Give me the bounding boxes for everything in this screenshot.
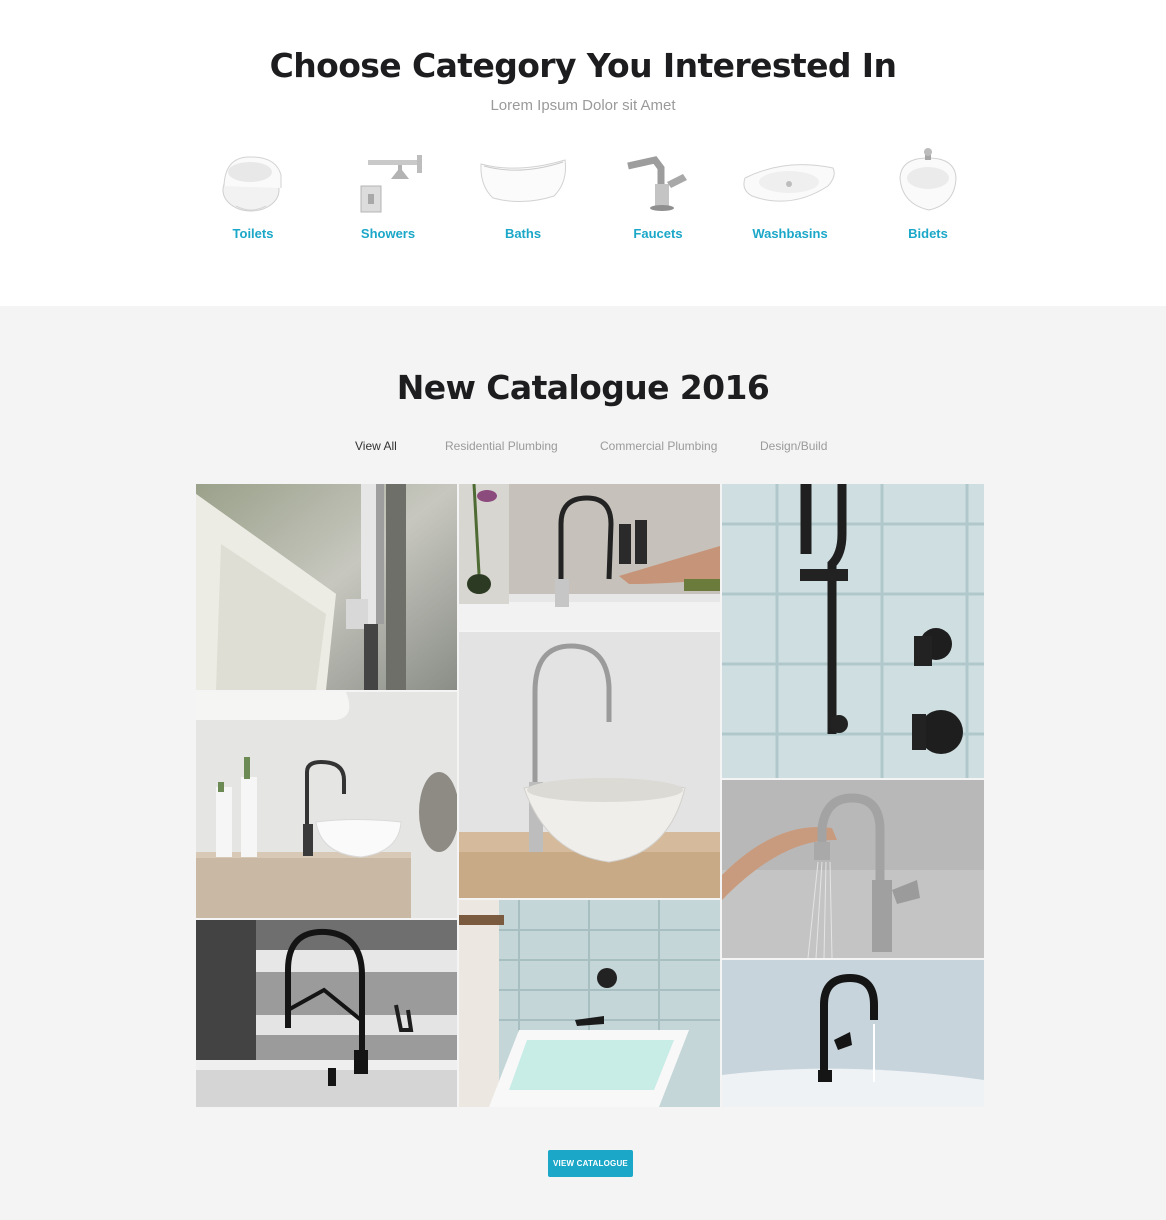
category-section-title: Choose Category You Interested In — [269, 46, 897, 85]
category-label: Toilets — [232, 226, 274, 241]
washbasin-icon — [743, 164, 835, 202]
gallery-tile-conical-basin[interactable] — [459, 632, 720, 898]
gallery-tile-touch-faucet[interactable] — [722, 780, 984, 958]
toilet-icon — [222, 156, 282, 212]
category-label: Faucets — [633, 226, 683, 241]
category-item-showers[interactable]: Showers — [323, 148, 453, 248]
tub-faucet-photo — [196, 484, 457, 690]
category-item-toilets[interactable]: Toilets — [188, 148, 318, 248]
gallery-tile-kitchen-faucet[interactable] — [459, 484, 720, 630]
category-section-subtitle: Lorem Ipsum Dolor sit Amet — [490, 97, 676, 114]
gallery-tile-bar-faucet[interactable] — [722, 960, 984, 1107]
shower-icon — [360, 155, 422, 213]
vessel-sink-photo — [196, 692, 457, 918]
category-item-washbasins[interactable]: Washbasins — [725, 148, 855, 248]
category-label: Bidets — [908, 226, 948, 241]
catalogue-section: New Catalogue 2016 View All Residential … — [0, 306, 1166, 1220]
category-item-baths[interactable]: Baths — [458, 148, 588, 248]
filter-commercial-plumbing[interactable]: Commercial Plumbing — [600, 439, 717, 453]
filter-residential-plumbing[interactable]: Residential Plumbing — [445, 439, 558, 453]
faucet-icon — [627, 156, 687, 211]
bathtub-icon — [480, 159, 566, 202]
category-label: Washbasins — [752, 226, 828, 241]
category-section: Choose Category You Interested In Lorem … — [0, 0, 1166, 306]
gallery-tile-tub-spout[interactable] — [459, 900, 720, 1107]
category-item-bidets[interactable]: Bidets — [863, 148, 993, 248]
view-catalogue-button[interactable]: VIEW CATALOGUE — [548, 1150, 633, 1177]
touch-faucet-photo — [722, 780, 984, 958]
spring-faucet-photo — [196, 920, 457, 1107]
bidet-icon — [899, 148, 957, 211]
gallery-tile-vessel-sink-faucet[interactable] — [196, 692, 457, 918]
catalogue-title: New Catalogue 2016 — [396, 368, 770, 407]
tub-spout-photo — [459, 900, 720, 1107]
category-item-faucets[interactable]: Faucets — [593, 148, 723, 248]
filter-design-build[interactable]: Design/Build — [760, 439, 827, 453]
gallery-tile-shower-slide-bar[interactable] — [722, 484, 984, 778]
conical-basin-photo — [459, 632, 720, 898]
bar-faucet-photo — [722, 960, 984, 1107]
gallery-tile-black-spring-faucet[interactable] — [196, 920, 457, 1107]
kitchen-faucet-photo — [459, 484, 720, 630]
filter-view-all[interactable]: View All — [355, 439, 397, 453]
category-label: Showers — [360, 226, 416, 241]
shower-slide-bar-photo — [722, 484, 984, 778]
category-label: Baths — [504, 226, 542, 241]
gallery-tile-floor-tub-faucet[interactable] — [196, 484, 457, 690]
